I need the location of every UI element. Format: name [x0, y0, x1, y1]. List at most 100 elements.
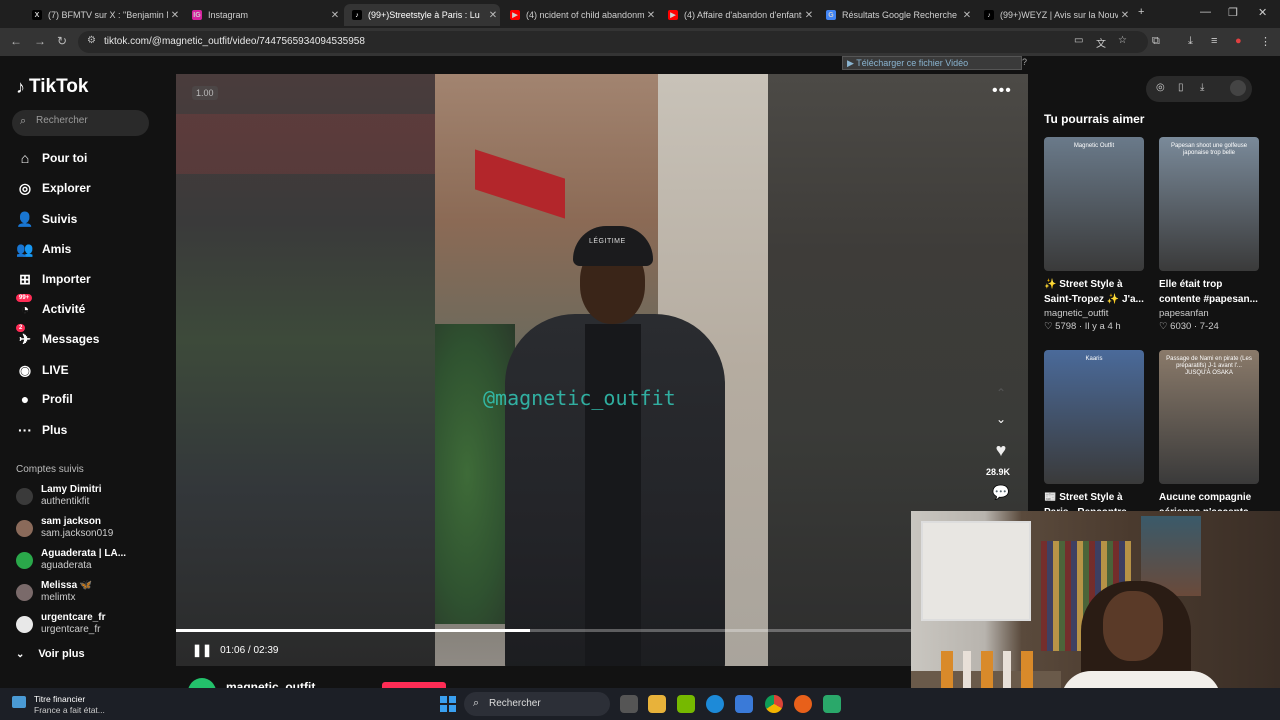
like-heart-icon[interactable]: ♥	[990, 440, 1012, 461]
rec-title[interactable]: ✨ Street Style à Saint-Tropez ✨ J'a...	[1044, 277, 1146, 307]
minimize-icon[interactable]: —	[1200, 6, 1211, 18]
nav-item[interactable]: 👤 Suivis	[16, 209, 77, 229]
bookmark-star-icon[interactable]: ☆	[1118, 35, 1127, 46]
see-more-button[interactable]: ⌄ Voir plus	[16, 648, 85, 660]
nvidia-icon[interactable]	[677, 695, 695, 713]
browser-menu-icon[interactable]: ⋮	[1260, 35, 1271, 48]
tab-favicon-icon: IG	[192, 10, 202, 20]
recommended-video[interactable]: Kaaris📰 Street Style à Paris - Rencontre…	[1044, 350, 1144, 520]
file-explorer-icon[interactable]	[648, 695, 666, 713]
tab-close-icon[interactable]: ✕	[802, 10, 816, 21]
restore-icon[interactable]: ❐	[1228, 6, 1238, 19]
windows-start-icon[interactable]	[440, 696, 456, 712]
author-bar: magnetic_outfit	[176, 676, 1028, 688]
video-thumbnail[interactable]: Papesan shoot une golfeuse japonaise tro…	[1159, 137, 1259, 271]
account-handle: urgentcare_fr	[41, 624, 101, 635]
site-info-icon[interactable]: ⚙	[87, 35, 96, 46]
compass-tool-icon[interactable]: ◎	[1156, 82, 1165, 93]
top-tools: ◎ ▯ ⤓	[1146, 76, 1252, 102]
new-tab-button[interactable]: +	[1138, 6, 1144, 18]
browser-tab[interactable]: ♪ (99+)Streetstyle à Paris : Lu ✕	[344, 4, 500, 26]
browser-tab[interactable]: X (7) BFMTV sur X : "Benjamin Ne ✕	[24, 4, 182, 26]
cast-icon[interactable]: ▭	[1074, 35, 1083, 46]
author-name[interactable]: magnetic_outfit	[226, 680, 315, 688]
rec-title[interactable]: Elle était trop contente #papesan...	[1159, 277, 1261, 307]
playback-speed[interactable]: 1.00	[192, 86, 218, 100]
previous-video-icon[interactable]: ⌃	[990, 386, 1012, 400]
reload-icon[interactable]: ↻	[57, 34, 67, 48]
browser-tab[interactable]: ♪ (99+)WEYZ | Avis sur la Nouvea ✕	[976, 4, 1132, 26]
search-box[interactable]: ⌕	[12, 110, 149, 136]
tab-close-icon[interactable]: ✕	[644, 10, 658, 21]
forward-icon[interactable]: →	[34, 34, 46, 48]
video-thumbnail[interactable]: Magnetic Outfit	[1044, 137, 1144, 271]
reading-list-icon[interactable]: ≡	[1211, 35, 1217, 47]
tiktok-logo[interactable]: ♪ TikTok	[16, 76, 88, 98]
download-video-banner[interactable]: ▶ Télécharger ce fichier Vidéo	[842, 56, 1022, 70]
rec-author[interactable]: papesanfan	[1159, 308, 1259, 319]
video-frame[interactable]: LÉGITIME @magnetic_outfit	[435, 74, 768, 666]
tab-close-icon[interactable]: ✕	[168, 10, 182, 21]
browser-tab[interactable]: IG Instagram ✕	[184, 4, 342, 26]
url-field[interactable]: ⚙ tiktok.com/@magnetic_outfit/video/7447…	[78, 31, 1148, 53]
store-icon[interactable]	[735, 695, 753, 713]
nav-item[interactable]: ··· Plus	[16, 420, 67, 440]
nav-item[interactable]: ◉ LIVE	[16, 360, 69, 380]
profile-avatar-icon[interactable]: ●	[1235, 35, 1242, 47]
recommended-video[interactable]: Papesan shoot une golfeuse japonaise tro…	[1159, 137, 1259, 332]
recommended-video[interactable]: Magnetic Outfit ✨ Street Style à Saint-Tr…	[1044, 137, 1144, 332]
video-thumbnail[interactable]: Passage de Nami en pirate (Les préparati…	[1159, 350, 1259, 484]
back-icon[interactable]: ←	[10, 34, 22, 48]
user-avatar-icon[interactable]	[1230, 80, 1246, 96]
next-video-icon[interactable]: ⌄	[990, 412, 1012, 426]
chrome-icon[interactable]	[765, 695, 783, 713]
nav-item[interactable]: ✈ 2 Messages	[16, 324, 99, 349]
nav-item[interactable]: ◔ 99+ Activité	[16, 294, 85, 319]
task-view-icon[interactable]	[620, 695, 638, 713]
app-icon[interactable]	[823, 695, 841, 713]
nav-item[interactable]: ● Profil	[16, 389, 73, 409]
playback-time: 01:06 / 02:39	[220, 644, 279, 656]
tab-close-icon[interactable]: ✕	[328, 10, 342, 21]
more-options-icon[interactable]: •••	[992, 82, 1012, 100]
search-input[interactable]	[36, 115, 141, 126]
download-tool-icon[interactable]: ⤓	[1200, 82, 1204, 93]
recommended-video[interactable]: Passage de Nami en pirate (Les préparati…	[1159, 350, 1259, 520]
close-window-icon[interactable]: ✕	[1258, 6, 1267, 19]
tab-favicon-icon: ▶	[510, 10, 520, 20]
account-handle: authentikfit	[41, 496, 90, 507]
downloads-icon[interactable]: ⤓	[1188, 35, 1193, 48]
browser-tab[interactable]: ▶ (4) ncident of child abandonme ✕	[502, 4, 658, 26]
pause-icon[interactable]: ❚❚	[192, 643, 212, 657]
nav-item[interactable]: ⊞ Importer	[16, 269, 91, 289]
home-icon: ⌂	[20, 150, 30, 166]
progress-bar[interactable]	[176, 629, 1028, 632]
author-avatar[interactable]	[188, 678, 216, 688]
firefox-icon[interactable]	[794, 695, 812, 713]
nav-item[interactable]: 👥 Amis	[16, 239, 71, 259]
video-thumbnail[interactable]: Kaaris	[1044, 350, 1144, 484]
thumbnail-caption: Papesan shoot une golfeuse japonaise tro…	[1170, 143, 1248, 156]
rec-meta: ♡ 5798 · Il y a 4 h	[1044, 321, 1144, 332]
tab-close-icon[interactable]: ✕	[486, 10, 500, 21]
logo-text: TikTok	[29, 76, 89, 97]
comment-icon[interactable]: 💬	[990, 484, 1012, 501]
browser-tab[interactable]: G Résultats Google Recherche d' ✕	[818, 4, 974, 26]
nav-item[interactable]: ◎ Explorer	[16, 178, 91, 198]
taskbar-search[interactable]: ⌕ Rechercher	[464, 692, 610, 716]
rec-author[interactable]: magnetic_outfit	[1044, 308, 1144, 319]
cap-text: LÉGITIME	[589, 238, 626, 245]
webcam-window	[921, 521, 1031, 621]
browser-tab[interactable]: ▶ (4) Affaire d'abandon d'enfants ✕	[660, 4, 816, 26]
extensions-icon[interactable]: ⧉	[1152, 35, 1160, 48]
device-icon[interactable]: ▯	[1178, 82, 1184, 93]
translate-icon[interactable]: 文	[1096, 35, 1106, 50]
download-banner-count[interactable]: ?	[1022, 57, 1027, 67]
account-name: urgentcare_fr	[41, 612, 106, 623]
tab-close-icon[interactable]: ✕	[960, 10, 974, 21]
edge-icon[interactable]	[706, 695, 724, 713]
video-player[interactable]: LÉGITIME @magnetic_outfit 1.00 ••• ❚❚ 01…	[176, 74, 1028, 666]
tab-close-icon[interactable]: ✕	[1118, 10, 1132, 21]
nav-item[interactable]: ⌂ Pour toi	[16, 148, 88, 168]
nav-label: Plus	[42, 423, 68, 437]
